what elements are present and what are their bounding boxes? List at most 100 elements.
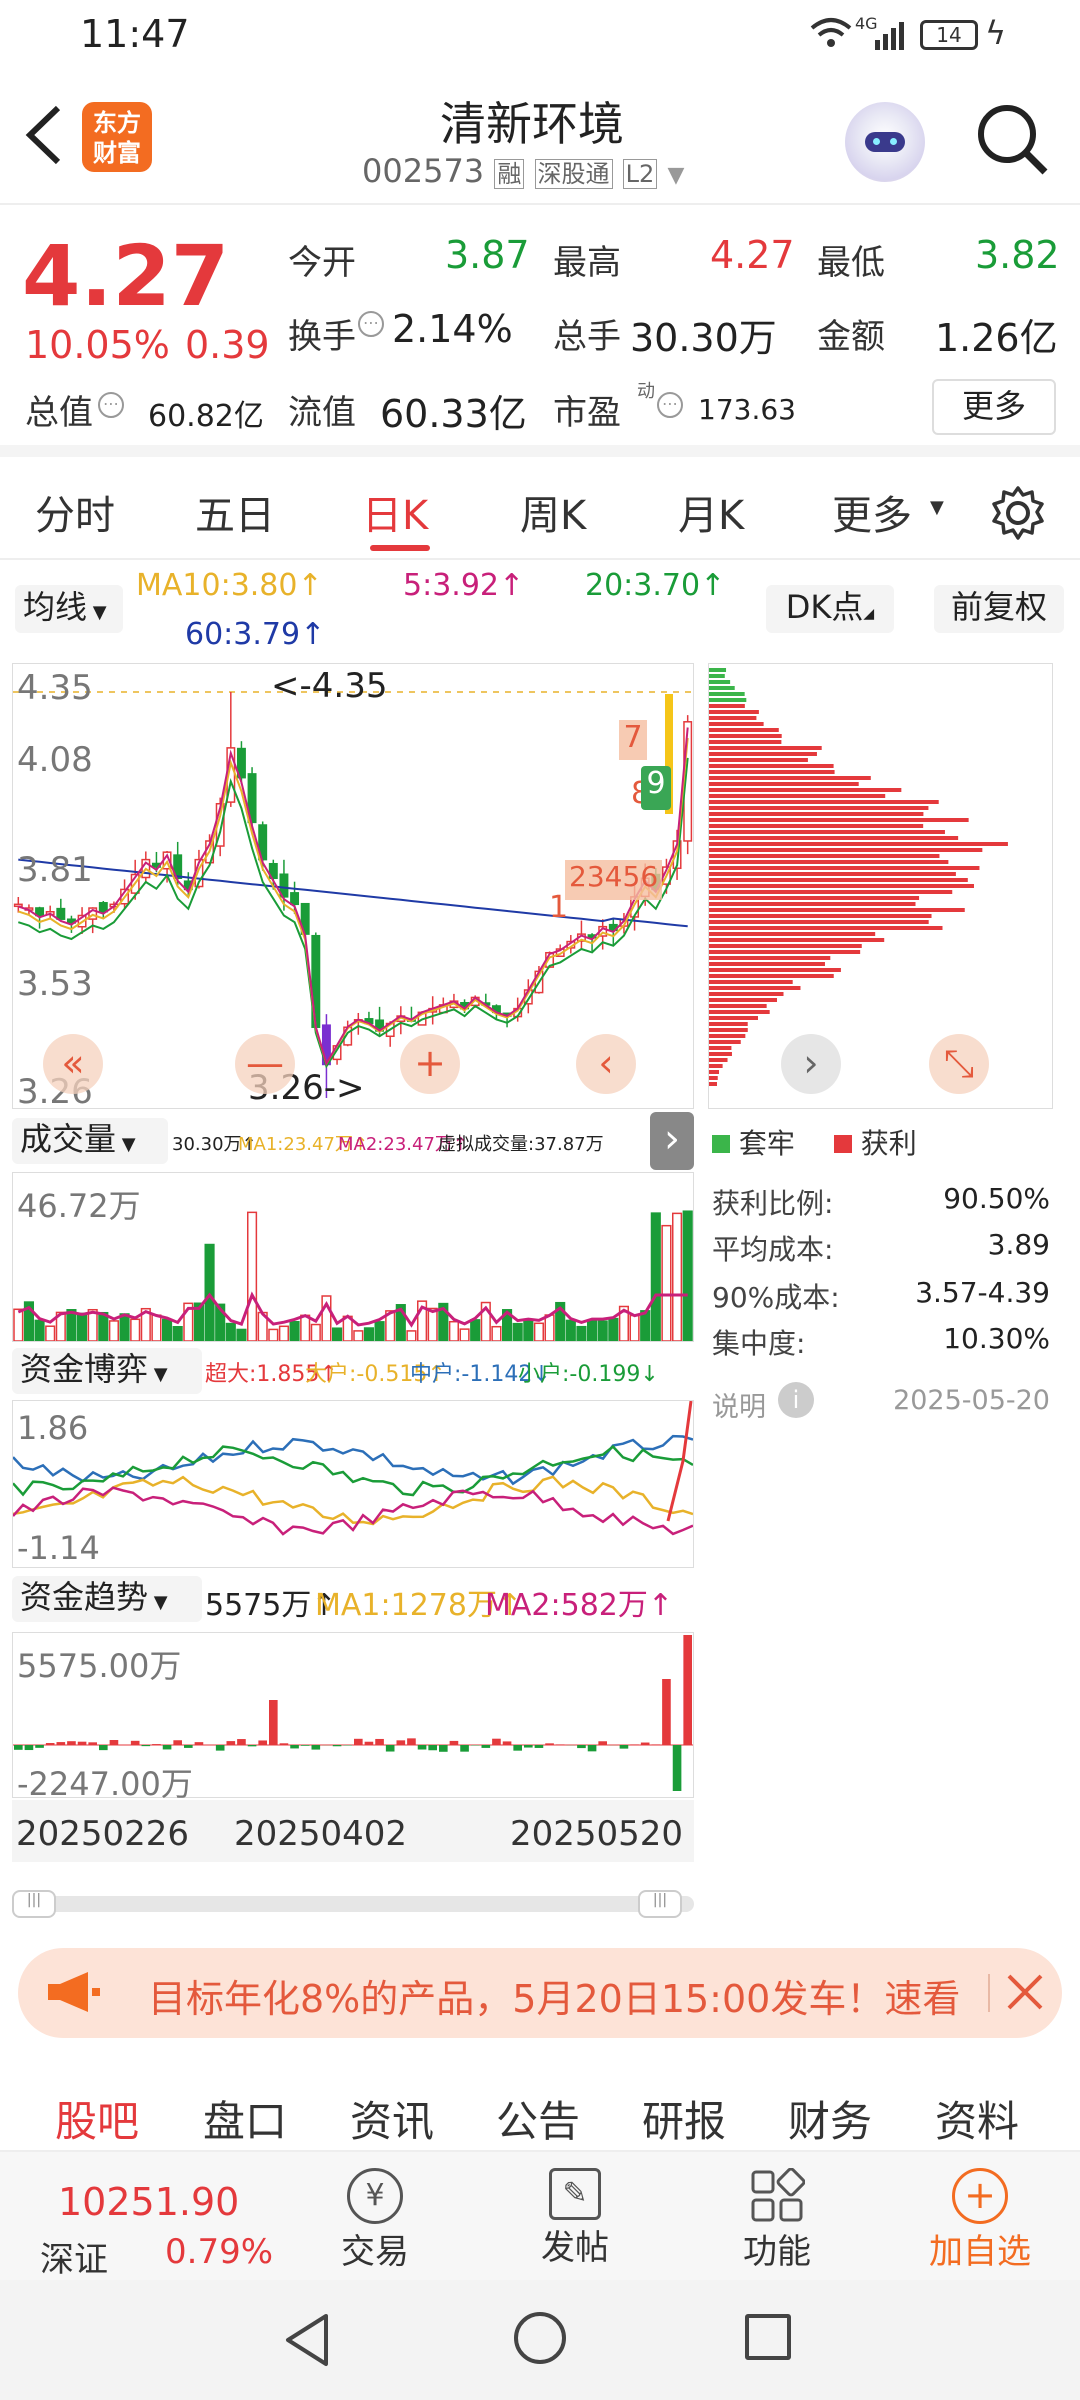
info-icon[interactable]: ⋯ <box>358 311 384 337</box>
robot-avatar[interactable] <box>845 102 925 182</box>
fund-trend-selector[interactable]: 资金趋势 ▼ <box>12 1576 202 1622</box>
nav-home-icon[interactable] <box>514 2312 566 2364</box>
range-scrollbar[interactable]: ||| ||| <box>12 1890 694 1918</box>
more-button[interactable]: 更多 <box>932 379 1056 435</box>
ma20-value: 20:3.70↑ <box>585 568 726 603</box>
info-icon[interactable]: ⋯ <box>657 392 683 418</box>
gear-icon[interactable] <box>990 485 1046 545</box>
nav-back-icon[interactable] <box>282 2312 332 2372</box>
volume-chart[interactable]: 46.72万 <box>12 1172 694 1342</box>
tab-more[interactable]: 更多 <box>832 483 912 541</box>
tab-research[interactable]: 研报 <box>642 2088 726 2149</box>
chip-bar <box>709 770 835 774</box>
chip-bar <box>709 1076 718 1080</box>
search-icon[interactable] <box>975 102 1051 182</box>
stock-code-row[interactable]: 002573 融 深股通 L2 ▼ <box>362 152 684 190</box>
ma-selector[interactable]: 均线 ▼ <box>15 585 123 633</box>
post-button[interactable]: ✎ 发帖 <box>520 2162 630 2277</box>
date-start: 20250226 <box>16 1814 190 1854</box>
chip-distribution[interactable]: › ⤡ <box>708 663 1053 1109</box>
tab-intraday[interactable]: 分时 <box>35 483 115 541</box>
candle-body <box>56 907 66 920</box>
chip-bar <box>709 680 731 684</box>
edit-icon: ✎ <box>549 2168 601 2220</box>
fund-trend-bar <box>460 1745 469 1752</box>
chip-next-button[interactable]: › <box>781 1034 841 1094</box>
info-icon[interactable]: ⋯ <box>98 392 124 418</box>
ma10-value: MA10:3.80↑ <box>136 568 323 603</box>
fund-game-chart[interactable]: 1.86 -1.14 <box>12 1400 694 1568</box>
volume-bar <box>565 1319 576 1341</box>
tab-five-day[interactable]: 五日 <box>195 483 275 541</box>
avg-cost-label: 平均成本: <box>712 1233 834 1266</box>
volume-bar <box>427 1307 438 1341</box>
fund-trend-chart[interactable]: 5575.00万 -2247.00万 <box>12 1632 694 1803</box>
tab-announcements[interactable]: 公告 <box>496 2088 580 2149</box>
fund-trend-selector-label: 资金趋势 <box>20 1578 149 1616</box>
small-value: 小户:-0.199↓ <box>518 1362 659 1387</box>
dk-point-button[interactable]: DK点◢ <box>766 585 894 633</box>
close-icon[interactable] <box>1003 1970 1047 2018</box>
stock-header: 东方财富 清新环境 002573 融 深股通 L2 ▼ <box>0 70 1080 205</box>
chip-bar <box>709 896 920 900</box>
volume-bar <box>300 1314 311 1341</box>
volume-y-top: 46.72万 <box>17 1187 141 1225</box>
zoom-in-button[interactable]: + <box>400 1034 460 1094</box>
tab-weekly-k[interactable]: 周K <box>520 483 586 541</box>
range-handle-left[interactable]: ||| <box>12 1890 56 1918</box>
scroll-left-button[interactable]: ‹ <box>576 1034 636 1094</box>
fund-trend-bar <box>513 1745 522 1751</box>
chip-bar <box>709 818 969 822</box>
zoom-out-button[interactable]: — <box>235 1034 295 1094</box>
tab-forum[interactable]: 股吧 <box>55 2088 139 2149</box>
tab-monthly-k[interactable]: 月K <box>678 483 744 541</box>
back-icon[interactable] <box>20 100 70 174</box>
volume-bar <box>278 1325 289 1341</box>
fund-trend-bar <box>577 1745 586 1749</box>
signal-7: 7 <box>619 720 647 760</box>
trade-button[interactable]: ¥ 交易 <box>320 2162 430 2277</box>
fund-trend-bar <box>449 1740 459 1745</box>
volume-selector[interactable]: 成交量 ▼ <box>12 1118 168 1164</box>
promo-banner[interactable]: 目标年化8%的产品，5月20日15:00发车！速看 <box>18 1948 1062 2038</box>
volume-bar <box>491 1325 502 1341</box>
chip-bar <box>709 872 956 876</box>
fund-game-selector[interactable]: 资金博弈 ▼ <box>12 1348 202 1394</box>
signal-2: 2 <box>569 860 587 893</box>
chip-bar <box>709 1058 728 1062</box>
panel-expand-button[interactable]: › <box>650 1112 694 1170</box>
kline-chart[interactable]: 4.35 4.08 3.81 3.53 3.26 <-4.35 3.26-> 7… <box>12 663 694 1112</box>
tab-news[interactable]: 资讯 <box>350 2088 434 2149</box>
tab-finance[interactable]: 财务 <box>788 2088 872 2149</box>
candle-body <box>98 902 108 913</box>
chip-bar <box>709 740 782 744</box>
y-label-top: 4.35 <box>17 668 93 708</box>
fund-game-y-top: 1.86 <box>17 1409 89 1447</box>
volume-bar <box>353 1330 364 1341</box>
add-watchlist-button[interactable]: + 加自选 <box>915 2162 1045 2277</box>
tab-daily-k[interactable]: 日K <box>362 483 428 541</box>
fund-game-y-bottom: -1.14 <box>17 1529 100 1567</box>
expand-icon[interactable]: ⤡ <box>929 1034 989 1094</box>
app-logo[interactable]: 东方财富 <box>82 102 152 172</box>
rewind-button[interactable]: « <box>43 1034 103 1094</box>
chip-bar <box>709 722 764 726</box>
range-handle-right[interactable]: ||| <box>638 1890 682 1918</box>
index-widget[interactable]: 10251.90 深证 0.79% <box>0 2152 300 2282</box>
volume-bar <box>87 1308 98 1341</box>
avg-cost-value: 3.89 <box>987 1228 1050 1261</box>
fund-trend-bar <box>417 1745 427 1750</box>
chip-bar <box>709 1082 717 1086</box>
fund-trend-bar <box>88 1742 97 1745</box>
fund-trend-bar <box>162 1745 172 1750</box>
tab-profile[interactable]: 资料 <box>935 2088 1019 2149</box>
chip-bar <box>709 950 861 954</box>
help-icon[interactable]: i <box>778 1382 814 1418</box>
tab-orderbook[interactable]: 盘口 <box>203 2088 287 2149</box>
adjust-button[interactable]: 前复权 <box>934 585 1064 633</box>
fund-trend-bar <box>651 1744 661 1745</box>
chip-bar <box>709 716 757 720</box>
function-button[interactable]: 功能 <box>722 2162 832 2277</box>
note-label[interactable]: 说明 <box>712 1385 766 1424</box>
nav-recents-icon[interactable] <box>745 2314 791 2360</box>
